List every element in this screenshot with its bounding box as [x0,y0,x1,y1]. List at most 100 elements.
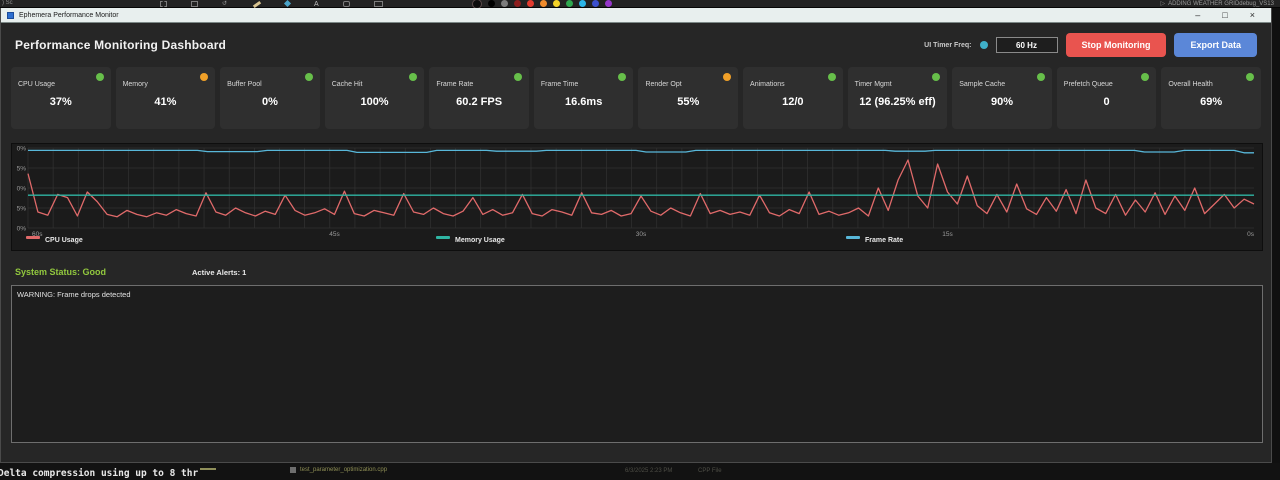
status-dot-icon [827,73,836,81]
card-label: Render Opt [645,81,682,88]
status-dot-icon [513,73,522,81]
card-value: 0% [261,96,278,108]
palette-color-7[interactable] [579,0,586,7]
metric-card-animations: Animations 12/0 [743,67,843,129]
palette-color-4[interactable] [540,0,547,7]
run-icon: ▷ [1160,1,1166,7]
svg-text:30s: 30s [636,231,647,236]
legend-item-frame-rate: Frame Rate [846,236,904,244]
app-window: Ephemera Performance Monitor – □ × Perfo… [0,8,1272,463]
metric-card-memory: Memory 41% [115,67,216,129]
svg-text:0%: 0% [17,186,27,193]
metric-cards-row: CPU Usage 37% Memory 41% Buffer Pool 0% Cache … [11,67,1261,129]
paint-color-palette [472,0,612,9]
metric-card-render-opt: Render Opt 55% [638,67,739,129]
eraser-icon[interactable] [283,0,292,8]
status-dot-icon [1036,73,1045,81]
background-window-title[interactable]: ▷ ADDING WEATHER GRIDdebug_VS13 [1160,0,1274,7]
palette-color-2[interactable] [514,0,521,7]
undo-icon[interactable]: ↺ [222,1,229,7]
export-data-button[interactable]: Export Data [1174,33,1257,57]
status-dot-icon [304,73,313,81]
svg-text:0%: 0% [17,146,27,153]
card-label: Animations [750,81,785,88]
background-bottom-windows[interactable]: Delta compression using up to 8 thr test… [0,463,1280,480]
minimize-icon[interactable]: – [1195,10,1200,20]
paint-tools: ↺ A [160,0,383,9]
card-label: Prefetch Queue [1063,81,1113,88]
metric-card-cpu-usage: CPU Usage 37% [11,67,111,129]
palette-color-5[interactable] [553,0,560,7]
card-label: Memory [122,81,148,88]
file-date-text: 6/3/2025 2:23 PM [625,468,673,474]
shapes-icon[interactable] [342,1,350,7]
maximize-icon[interactable]: □ [1222,10,1227,20]
card-value: 12/0 [782,96,804,108]
card-label: Frame Time [540,81,579,88]
window-titlebar[interactable]: Ephemera Performance Monitor – □ × [1,8,1271,23]
chart-plot-area: 0%5%0%5%0%60s 45s 30s 15s 0s [17,146,1255,239]
metric-card-frame-time: Frame Time 16.6ms [533,67,634,129]
toolbar-text-fragment: ) Sc [2,0,13,6]
file-type-text: CPP File [698,468,722,474]
palette-color-3[interactable] [527,0,534,7]
status-dot-icon [200,73,209,81]
palette-color-6[interactable] [566,0,573,7]
status-dot-icon [1141,73,1150,81]
status-dot-icon [1245,73,1254,81]
card-label: Buffer Pool [227,81,262,88]
editor-file-tab[interactable]: test_parameter_optimization.cpp [290,467,387,473]
palette-color-0[interactable] [488,0,495,7]
status-dot-icon [409,73,418,81]
status-dot-icon [932,73,941,81]
svg-text:0s: 0s [1247,231,1255,236]
palette-color-9[interactable] [605,0,612,7]
metric-card-cache-hit: Cache Hit 100% [324,67,425,129]
card-label: Overall Health [1168,81,1213,88]
card-label: Sample Cache [959,81,1006,88]
close-icon[interactable]: × [1250,10,1255,20]
stop-monitoring-button[interactable]: Stop Monitoring [1065,33,1167,57]
header-controls: UI Timer Freq: Stop Monitoring Export Da… [924,33,1257,57]
card-value: 16.6ms [565,96,603,108]
palette-color-1[interactable] [501,0,508,7]
paste-icon[interactable] [191,1,198,7]
performance-chart: 0% 5% 0% 5% 0% 60s 45s 30s 15s 0s CPU Usage Memory… [11,143,1263,251]
page-title: Performance Monitoring Dashboard [15,38,227,52]
dashboard-header: Performance Monitoring Dashboard UI Time… [1,23,1271,63]
status-dot-icon [723,73,732,81]
timer-status-icon [979,41,988,49]
pencil-icon[interactable] [252,0,262,9]
alerts-log-textarea[interactable]: WARNING: Frame drops detected [11,285,1263,443]
terminal-output-text: Delta compression using up to 8 thr [0,468,199,479]
svg-text:5%: 5% [17,206,27,213]
legend-item-cpu-usage: CPU Usage [26,236,83,244]
card-label: CPU Usage [18,81,55,88]
card-value: 12 (96.25% eff) [859,96,936,108]
card-value: 90% [990,96,1013,108]
metric-card-timer-mgmt: Timer Mgmt 12 (96.25% eff) [847,67,948,129]
selection-icon[interactable] [160,1,167,7]
svg-text:45s: 45s [329,231,340,236]
status-dot-icon [618,73,627,81]
legend-label: Frame Rate [865,237,904,244]
text-tool-icon[interactable]: A [314,1,319,8]
legend-item-memory-usage: Memory Usage [436,236,505,244]
legend-swatch-icon [436,236,450,239]
screen: ) Sc ↺ A ▷ ADDING WEATHER GRIDdebug_VS13 … [0,0,1280,480]
card-value: 69% [1200,96,1223,108]
svg-text:0%: 0% [17,226,27,233]
save-icon[interactable] [373,1,383,7]
palette-color-8[interactable] [592,0,599,7]
chart-legend: CPU Usage Memory Usage Frame Rate [12,236,1262,251]
card-value: 37% [49,96,72,108]
timer-freq-input[interactable] [995,37,1058,53]
status-dot-icon [95,73,104,81]
legend-swatch-icon [846,236,860,239]
metric-card-buffer-pool: Buffer Pool 0% [220,67,320,129]
file-tab-label: test_parameter_optimization.cpp [300,467,388,473]
card-value: 41% [154,96,177,108]
card-value: 0 [1103,96,1110,108]
background-paint-toolbar[interactable]: ) Sc ↺ A ▷ ADDING WEATHER GRIDdebug_VS13 [0,0,1280,9]
terminal-cursor-artifact [200,468,216,470]
